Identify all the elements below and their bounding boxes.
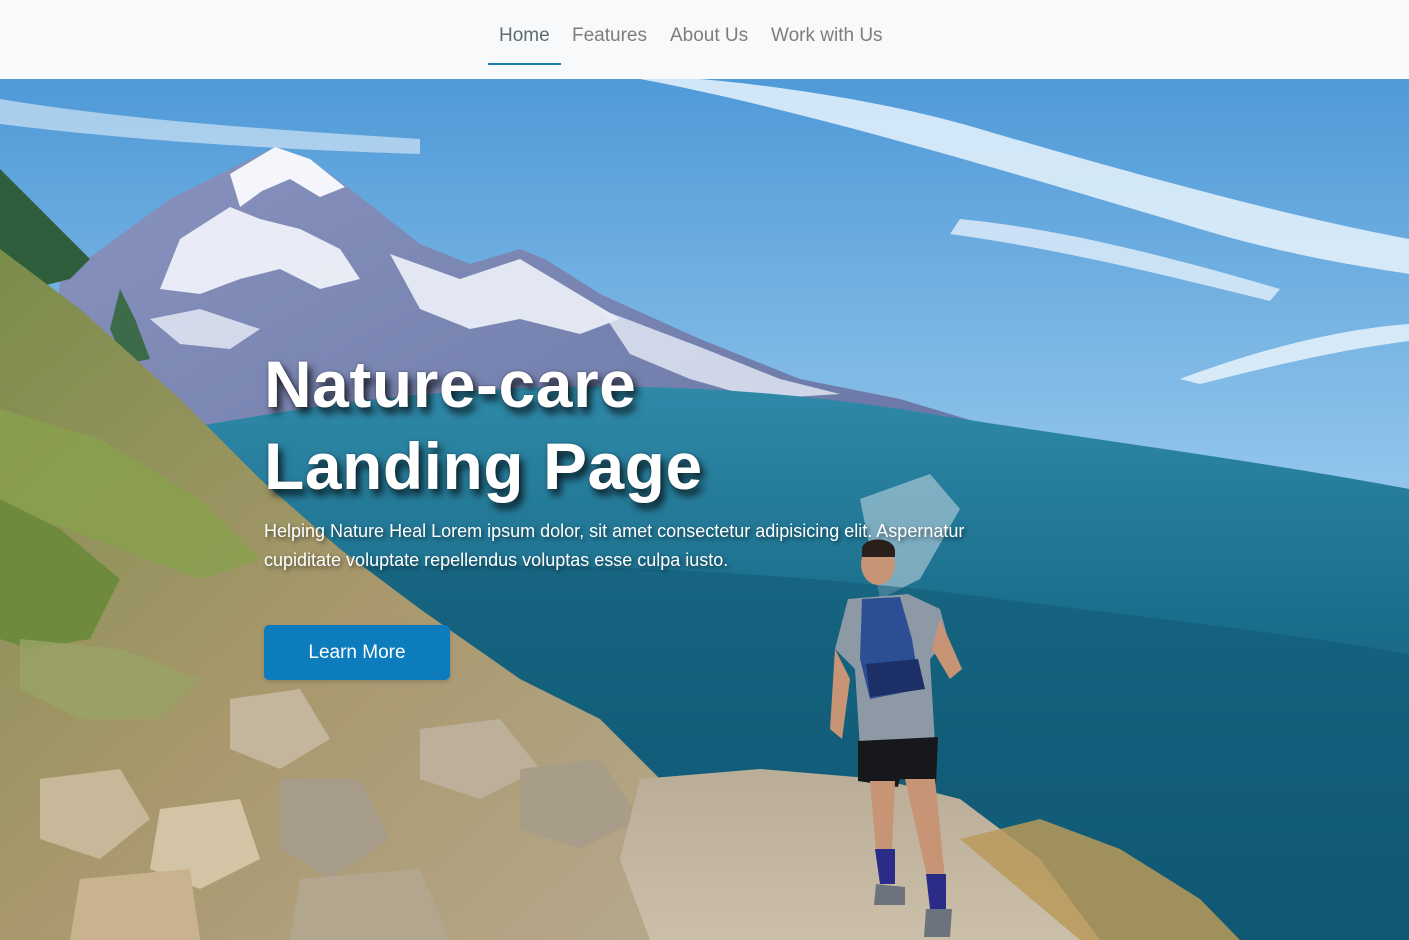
hero-subtitle: Helping Nature Heal Lorem ipsum dolor, s… xyxy=(264,521,965,570)
hero-title-line-1: Nature-care xyxy=(264,347,637,421)
nav-item-work-with-us[interactable]: Work with Us xyxy=(771,24,883,48)
nav-menu: Home Features About Us Work with Us xyxy=(0,0,1409,79)
navbar: Home Features About Us Work with Us xyxy=(0,0,1409,79)
hero-title: Nature-care Landing Page xyxy=(264,343,824,507)
learn-more-button[interactable]: Learn More xyxy=(264,625,450,680)
active-nav-indicator xyxy=(488,63,561,65)
hero-title-line-2: Landing Page xyxy=(264,429,703,503)
nav-item-home[interactable]: Home xyxy=(499,24,550,48)
hero-section: Nature-care Landing Page Helping Nature … xyxy=(0,79,1409,940)
hero-background-image xyxy=(0,79,1409,940)
nav-item-features[interactable]: Features xyxy=(572,24,647,48)
nav-item-about-us[interactable]: About Us xyxy=(670,24,748,48)
